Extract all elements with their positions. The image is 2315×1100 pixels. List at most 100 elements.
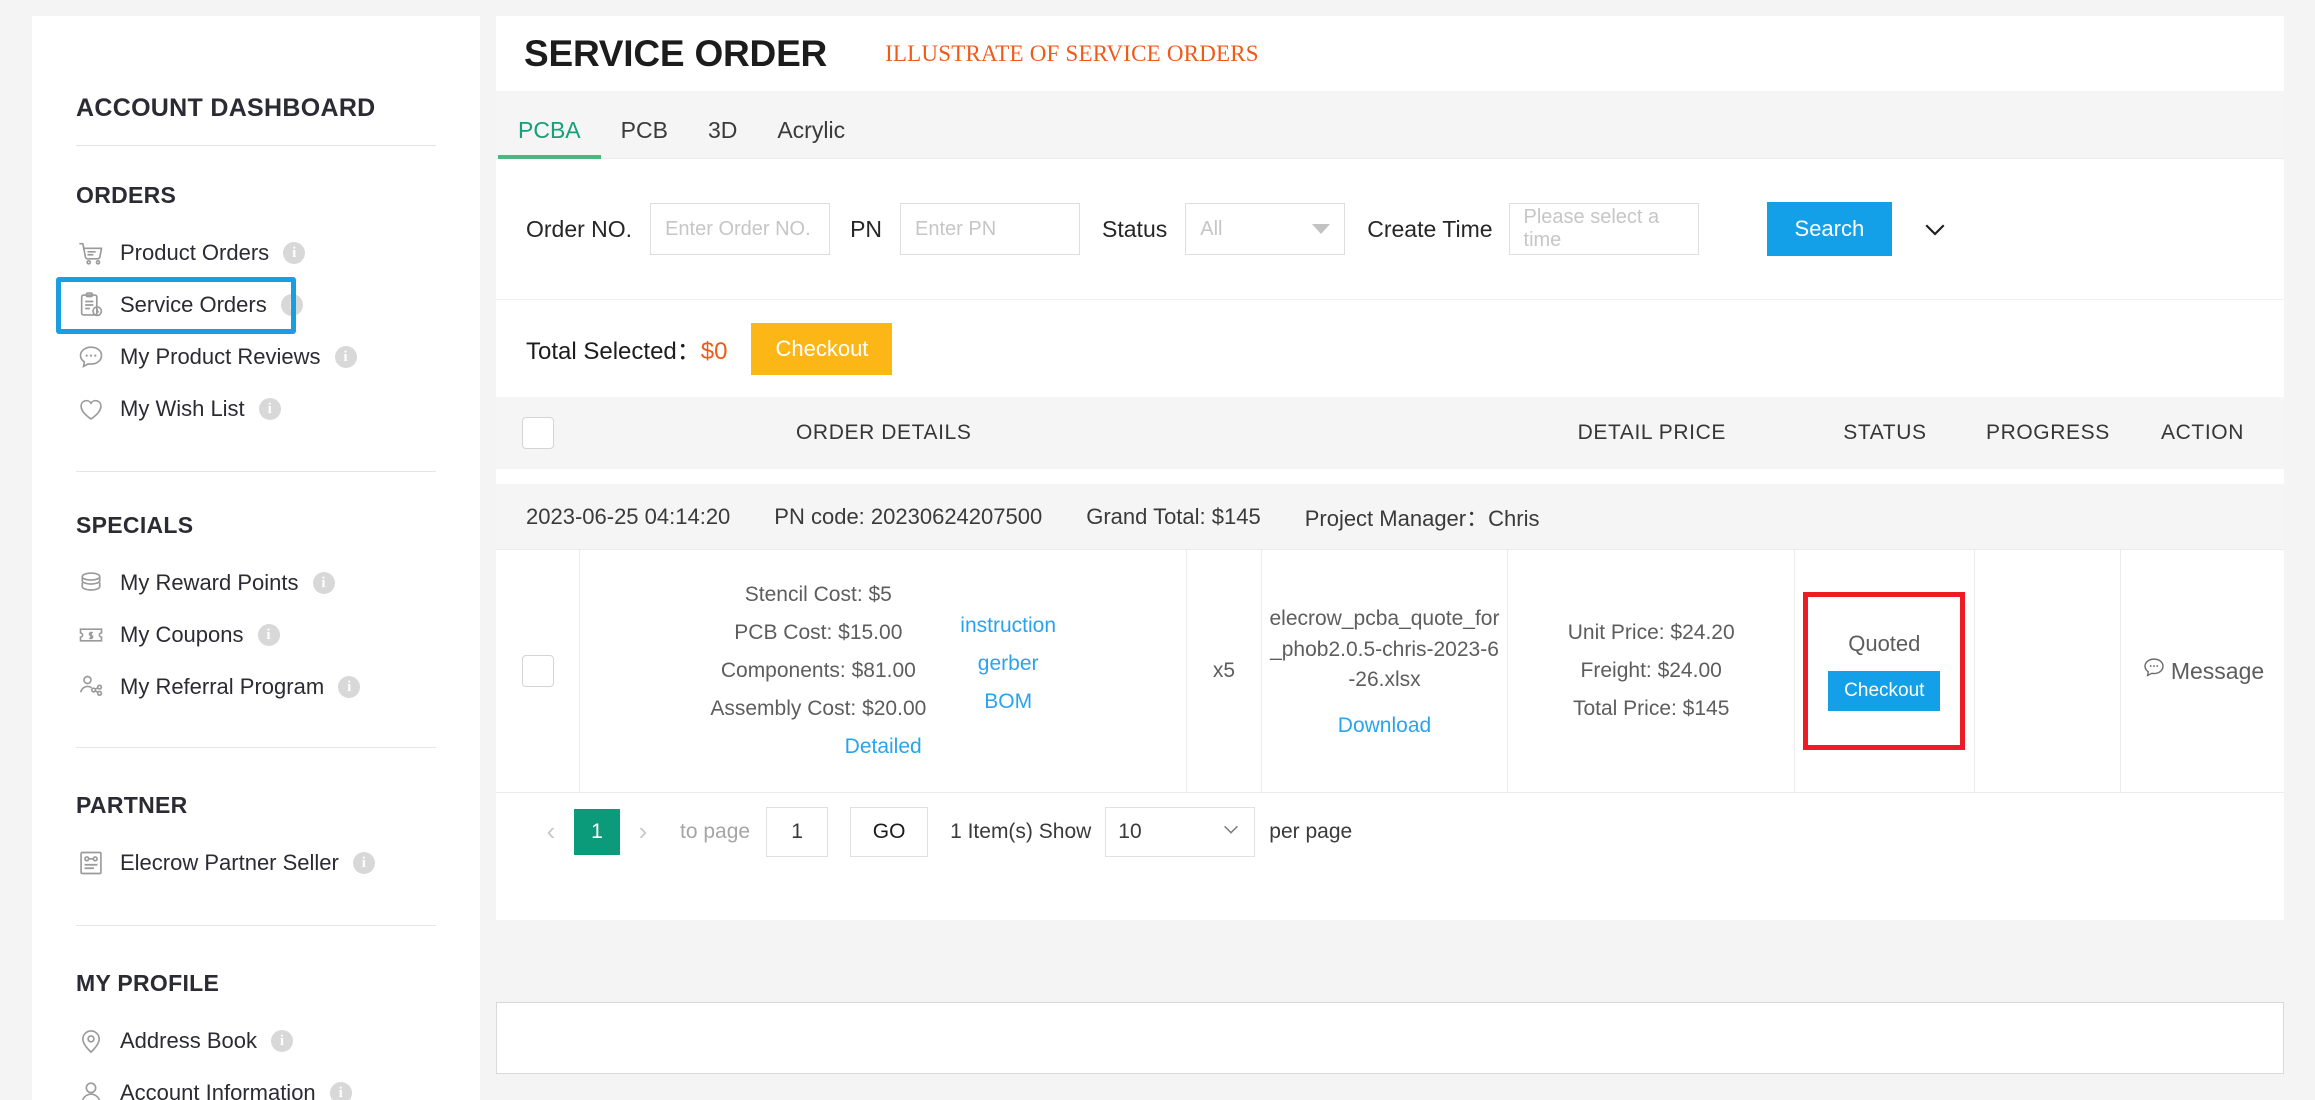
- status-cell: Quoted Checkout: [1795, 550, 1975, 792]
- sidebar-item-label: Product Orders: [120, 240, 270, 265]
- app-root: ACCOUNT DASHBOARD ORDERS Product Orders …: [0, 0, 2315, 1100]
- instruction-link[interactable]: instruction: [960, 614, 1056, 638]
- row-checkbox[interactable]: [521, 655, 554, 687]
- sidebar-item-my-wish-list[interactable]: My Wish List i: [76, 383, 436, 435]
- cost-stencil: Stencil Cost: $5: [744, 583, 892, 606]
- account-sidebar: ACCOUNT DASHBOARD ORDERS Product Orders …: [32, 16, 480, 1100]
- info-icon[interactable]: i: [329, 1082, 352, 1100]
- col-progress: PROGRESS: [1986, 421, 2110, 444]
- coupon-icon: [76, 620, 106, 650]
- tab-pcb[interactable]: PCB: [601, 117, 688, 158]
- row-select-cell: [496, 550, 581, 792]
- info-icon[interactable]: i: [270, 1030, 293, 1052]
- clipboard-clock-icon: [76, 290, 106, 320]
- chevron-right-icon[interactable]: ›: [620, 809, 666, 855]
- per-page-select[interactable]: 10: [1105, 806, 1256, 857]
- sidebar-item-label: My Coupons: [120, 622, 244, 647]
- sidebar-item-service-orders[interactable]: Service Orders i: [56, 277, 436, 334]
- sidebar-group-title: ORDERS: [76, 182, 177, 208]
- table-header-row: ORDER DETAILS DETAIL PRICE STATUS PROGRE…: [496, 397, 2284, 469]
- chevron-left-icon[interactable]: ‹: [528, 809, 574, 855]
- create-time-input[interactable]: Please select a time: [1508, 203, 1699, 255]
- info-icon[interactable]: i: [258, 398, 281, 420]
- sidebar-item-label: Elecrow Partner Seller: [120, 850, 339, 875]
- order-project-manager: Project Manager：Chris: [1304, 505, 1540, 531]
- sidebar-group-title: SPECIALS: [76, 512, 194, 538]
- sidebar-item-my-product-reviews[interactable]: My Product Reviews i: [76, 331, 436, 383]
- sidebar-group-partner: PARTNER Elecrow Partner Seller i: [76, 748, 436, 926]
- info-icon[interactable]: i: [283, 242, 306, 264]
- col-status: STATUS: [1843, 421, 1927, 444]
- items-count-label: 1 Item(s) Show: [950, 819, 1092, 843]
- select-all-checkbox[interactable]: [521, 417, 554, 449]
- location-pin-icon: [76, 1026, 106, 1056]
- sidebar-item-account-information[interactable]: Account Information i: [76, 1067, 436, 1100]
- sidebar-item-label: My Referral Program: [120, 674, 325, 699]
- status-select-value: All: [1200, 217, 1223, 240]
- cart-icon: [76, 238, 106, 268]
- table-footer-spacer: [496, 870, 2284, 920]
- order-no-input[interactable]: Enter Order NO.: [650, 203, 831, 255]
- info-icon[interactable]: i: [280, 294, 303, 316]
- detail-price-cell: Unit Price: $24.20 Freight: $24.00 Total…: [1508, 550, 1795, 792]
- row-checkout-button[interactable]: Checkout: [1828, 671, 1941, 711]
- message-button[interactable]: Message: [2141, 655, 2264, 687]
- sidebar-item-elecrow-partner-seller[interactable]: Elecrow Partner Seller i: [76, 837, 436, 889]
- sidebar-item-product-orders[interactable]: Product Orders i: [76, 227, 436, 279]
- order-no-label: Order NO.: [526, 215, 633, 242]
- sidebar-item-label: Address Book: [120, 1028, 257, 1053]
- chat-dots-icon: [76, 342, 106, 372]
- info-icon[interactable]: i: [338, 676, 361, 698]
- coins-icon: [76, 568, 106, 598]
- sidebar-item-my-reward-points[interactable]: My Reward Points i: [76, 557, 436, 609]
- filter-bar: Order NO. Enter Order NO. PN Enter PN St…: [496, 159, 2284, 299]
- go-button[interactable]: GO: [850, 806, 929, 857]
- service-type-tabs: PCBA PCB 3D Acrylic: [496, 91, 2284, 159]
- sidebar-group-title: PARTNER: [76, 792, 188, 818]
- page-header: SERVICE ORDER ILLUSTRATE OF SERVICE ORDE…: [496, 16, 2284, 91]
- action-cell: Message: [2121, 550, 2284, 792]
- sidebar-group-title: MY PROFILE: [76, 970, 220, 996]
- info-icon[interactable]: i: [257, 624, 280, 646]
- selection-summary-bar: Total Selected：$0 Checkout: [496, 299, 2284, 397]
- sidebar-item-label: Service Orders: [120, 292, 267, 317]
- sidebar-item-my-referral-program[interactable]: My Referral Program i: [76, 661, 436, 713]
- cost-pcb: PCB Cost: $15.00: [734, 621, 903, 644]
- status-select[interactable]: All: [1185, 203, 1346, 255]
- page-subtitle-link[interactable]: ILLUSTRATE OF SERVICE ORDERS: [885, 41, 1259, 67]
- service-orders-table: ORDER DETAILS DETAIL PRICE STATUS PROGRE…: [496, 397, 2284, 920]
- cost-components: Components: $81.00: [720, 659, 916, 682]
- cost-assembly: Assembly Cost: $20.00: [710, 697, 927, 720]
- page-input[interactable]: 1: [766, 806, 829, 857]
- gerber-link[interactable]: gerber: [978, 652, 1039, 676]
- tab-pcba[interactable]: PCBA: [498, 117, 601, 159]
- quantity-cell: x5: [1187, 550, 1262, 792]
- search-button[interactable]: Search: [1766, 202, 1893, 256]
- tab-acrylic[interactable]: Acrylic: [757, 117, 865, 158]
- info-icon[interactable]: i: [352, 852, 375, 874]
- chat-icon: [2141, 655, 2167, 687]
- order-grand-total: Grand Total: $145: [1086, 503, 1261, 529]
- tab-3d[interactable]: 3D: [688, 117, 757, 158]
- chevron-down-icon: [1220, 818, 1242, 846]
- expand-filters-chevron-down-icon[interactable]: [1918, 212, 1952, 246]
- dashboard-title: ACCOUNT DASHBOARD: [76, 94, 376, 122]
- download-link[interactable]: Download: [1268, 714, 1502, 738]
- per-page-value: 10: [1118, 819, 1142, 843]
- info-icon[interactable]: i: [334, 346, 357, 368]
- col-order-details: ORDER DETAILS: [796, 421, 972, 444]
- bulk-checkout-button[interactable]: Checkout: [751, 322, 893, 375]
- sidebar-item-my-coupons[interactable]: My Coupons i: [76, 609, 436, 661]
- page-number-1[interactable]: 1: [574, 808, 620, 855]
- info-icon[interactable]: i: [312, 572, 335, 594]
- progress-cell: [1975, 550, 2121, 792]
- sidebar-item-label: My Wish List: [120, 396, 245, 421]
- order-pn-code: PN code: 20230624207500: [774, 503, 1043, 529]
- sidebar-item-address-book[interactable]: Address Book i: [76, 1015, 436, 1067]
- bom-link[interactable]: BOM: [984, 690, 1032, 714]
- pn-input[interactable]: Enter PN: [900, 203, 1081, 255]
- pagination-bar: ‹ 1 › to page 1 GO 1 Item(s) Show 10 per…: [496, 792, 2284, 870]
- sidebar-item-label: My Product Reviews: [120, 344, 321, 369]
- detailed-link[interactable]: Detailed: [845, 735, 922, 759]
- file-cell: elecrow_pcba_quote_for_phob2.0.5-chris-2…: [1262, 550, 1509, 792]
